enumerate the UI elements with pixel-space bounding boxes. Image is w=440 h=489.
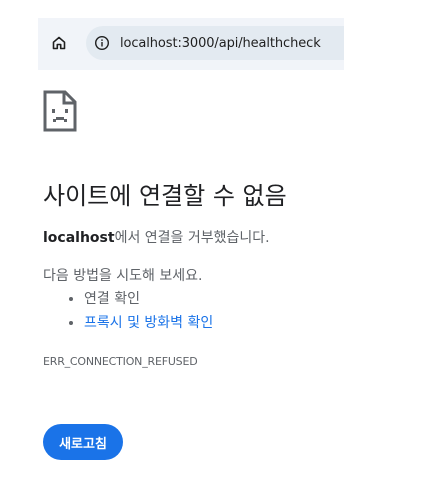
reload-button[interactable]: 새로고침 — [43, 424, 123, 460]
error-detail: localhost에서 연결을 거부했습니다. — [43, 227, 270, 247]
suggestions-list: 연결 확인 프록시 및 방화벽 확인 — [43, 289, 213, 337]
home-button[interactable] — [48, 32, 70, 54]
sad-document-icon — [43, 90, 77, 132]
error-host: localhost — [43, 230, 115, 246]
address-bar[interactable]: localhost:3000/api/healthcheck — [86, 26, 344, 60]
error-code: ERR_CONNECTION_REFUSED — [43, 355, 198, 368]
suggestion-check-proxy-firewall: 프록시 및 방화벽 확인 — [84, 313, 213, 337]
suggestion-label: 연결 확인 — [84, 291, 140, 307]
site-info-icon[interactable] — [94, 35, 110, 51]
suggestion-check-connection: 연결 확인 — [84, 289, 213, 313]
error-detail-text: 에서 연결을 거부했습니다. — [114, 230, 270, 246]
url-text[interactable]: localhost:3000/api/healthcheck — [120, 36, 321, 51]
home-icon — [52, 36, 66, 50]
check-proxy-firewall-link[interactable]: 프록시 및 방화벽 확인 — [84, 315, 213, 331]
suggestions-heading: 다음 방법을 시도해 보세요. — [43, 268, 203, 284]
error-title: 사이트에 연결할 수 없음 — [43, 182, 287, 210]
browser-toolbar: localhost:3000/api/healthcheck — [38, 18, 344, 70]
